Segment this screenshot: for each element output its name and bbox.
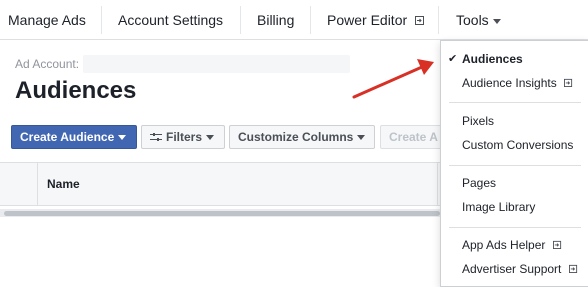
- menu-item-label: Advertiser Support: [462, 262, 562, 276]
- menu-separator: [449, 227, 581, 228]
- top-nav: Manage Ads Account Settings Billing Powe…: [0, 0, 588, 40]
- filters-icon: [150, 132, 162, 141]
- create-audience-label: Create Audience: [20, 130, 115, 144]
- nav-divider: [310, 6, 311, 34]
- menu-item-custom-conversions[interactable]: Custom Conversions: [462, 134, 573, 156]
- scrollbar-thumb[interactable]: [4, 211, 440, 216]
- menu-item-label: Pages: [462, 176, 497, 190]
- menu-item-label: Audiences: [462, 52, 523, 66]
- menu-item-audiences[interactable]: ✔ Audiences: [448, 48, 523, 70]
- menu-item-app-ads-helper[interactable]: App Ads Helper: [462, 234, 562, 256]
- create-audience-button[interactable]: Create Audience: [11, 125, 137, 149]
- nav-billing-label: Billing: [257, 12, 295, 28]
- menu-item-label: Pixels: [462, 114, 495, 128]
- customize-columns-label: Customize Columns: [238, 130, 354, 144]
- menu-separator: [449, 165, 581, 166]
- nav-account-settings-label: Account Settings: [118, 12, 224, 28]
- external-link-icon: [415, 16, 425, 26]
- create-ad-label: Create A: [389, 130, 438, 144]
- table-header: Name: [0, 162, 445, 206]
- menu-separator: [449, 102, 581, 103]
- tools-dropdown-menu: ✔ Audiences Audience Insights Pixels Cus…: [440, 40, 588, 287]
- customize-columns-button[interactable]: Customize Columns: [229, 125, 375, 149]
- menu-item-label: App Ads Helper: [462, 238, 546, 252]
- menu-item-audience-insights[interactable]: Audience Insights: [462, 72, 573, 94]
- external-link-icon: [564, 79, 573, 88]
- column-divider: [37, 163, 38, 205]
- nav-divider: [240, 6, 241, 34]
- menu-item-pixels[interactable]: Pixels: [462, 110, 494, 132]
- menu-item-image-library[interactable]: Image Library: [462, 196, 535, 218]
- menu-item-advertiser-support[interactable]: Advertiser Support: [462, 258, 578, 280]
- menu-item-label: Audience Insights: [462, 76, 557, 90]
- nav-power-editor-label: Power Editor: [327, 12, 408, 28]
- nav-account-settings[interactable]: Account Settings: [118, 0, 223, 40]
- ad-account-value: [83, 55, 350, 73]
- create-ad-button[interactable]: Create A: [380, 125, 442, 149]
- nav-tools[interactable]: Tools: [456, 0, 501, 40]
- ad-account-label: Ad Account:: [15, 57, 80, 71]
- nav-tools-label: Tools: [456, 12, 489, 28]
- column-divider: [437, 163, 438, 205]
- chevron-down-icon: [492, 18, 501, 24]
- nav-divider: [101, 6, 102, 34]
- menu-item-label: Image Library: [462, 200, 536, 214]
- nav-power-editor[interactable]: Power Editor: [327, 0, 425, 40]
- chevron-down-icon: [206, 135, 215, 141]
- chevron-down-icon: [118, 135, 127, 141]
- filters-label: Filters: [166, 130, 203, 144]
- menu-item-pages[interactable]: Pages: [462, 172, 496, 194]
- annotation-arrow-icon: [352, 59, 434, 99]
- page-title: Audiences: [15, 77, 137, 104]
- external-link-icon: [568, 265, 577, 274]
- column-header-name[interactable]: Name: [47, 163, 80, 205]
- menu-item-label: Custom Conversions: [462, 138, 574, 152]
- checkmark-icon: ✔: [448, 53, 458, 65]
- nav-manage-ads[interactable]: Manage Ads: [8, 0, 86, 40]
- external-link-icon: [552, 241, 561, 250]
- nav-manage-ads-label: Manage Ads: [8, 12, 86, 28]
- filters-button[interactable]: Filters: [141, 125, 225, 149]
- nav-billing[interactable]: Billing: [257, 0, 294, 40]
- chevron-down-icon: [357, 135, 366, 141]
- nav-divider: [438, 6, 439, 34]
